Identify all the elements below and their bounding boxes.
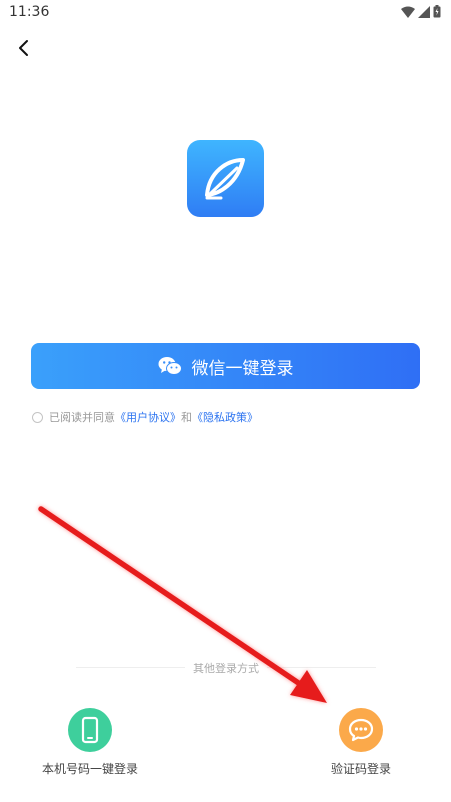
agreement-row: 已阅读并同意 《用户协议》 和 《隐私政策》: [32, 409, 258, 425]
sms-code-login-option[interactable]: 验证码登录: [301, 708, 421, 777]
phone-login-option[interactable]: 本机号码一键登录: [30, 708, 150, 777]
other-login-label: 其他登录方式: [185, 662, 267, 675]
feather-icon: [205, 158, 245, 200]
agreement-prefix: 已阅读并同意: [49, 411, 115, 424]
status-icons: [401, 5, 441, 18]
agreement-conjunction: 和: [181, 411, 192, 424]
sms-login-icon-circle: [339, 708, 383, 752]
user-agreement-link[interactable]: 《用户协议》: [115, 409, 181, 425]
back-button[interactable]: [12, 36, 36, 60]
status-bar: 11:36: [0, 0, 451, 26]
wechat-login-button[interactable]: 微信一键登录: [31, 343, 420, 389]
wechat-login-label: 微信一键登录: [191, 358, 294, 379]
battery-icon: [433, 5, 441, 18]
phone-login-label: 本机号码一键登录: [41, 762, 138, 776]
sms-login-label: 验证码登录: [330, 762, 391, 776]
status-time: 11:36: [9, 4, 50, 20]
annotation-arrow: [38, 506, 327, 703]
chevron-left-icon: [19, 40, 28, 56]
privacy-policy-link[interactable]: 《隐私政策》: [192, 409, 258, 425]
app-logo: [187, 140, 264, 217]
phone-icon: [81, 716, 99, 744]
agreement-checkbox[interactable]: [32, 411, 43, 423]
wifi-icon: [401, 6, 415, 18]
other-login-divider: 其他登录方式: [76, 659, 376, 679]
phone-login-icon-circle: [68, 708, 112, 752]
wechat-icon: [158, 357, 182, 375]
chat-bubble-icon: [348, 718, 374, 742]
signal-icon: [418, 5, 430, 18]
